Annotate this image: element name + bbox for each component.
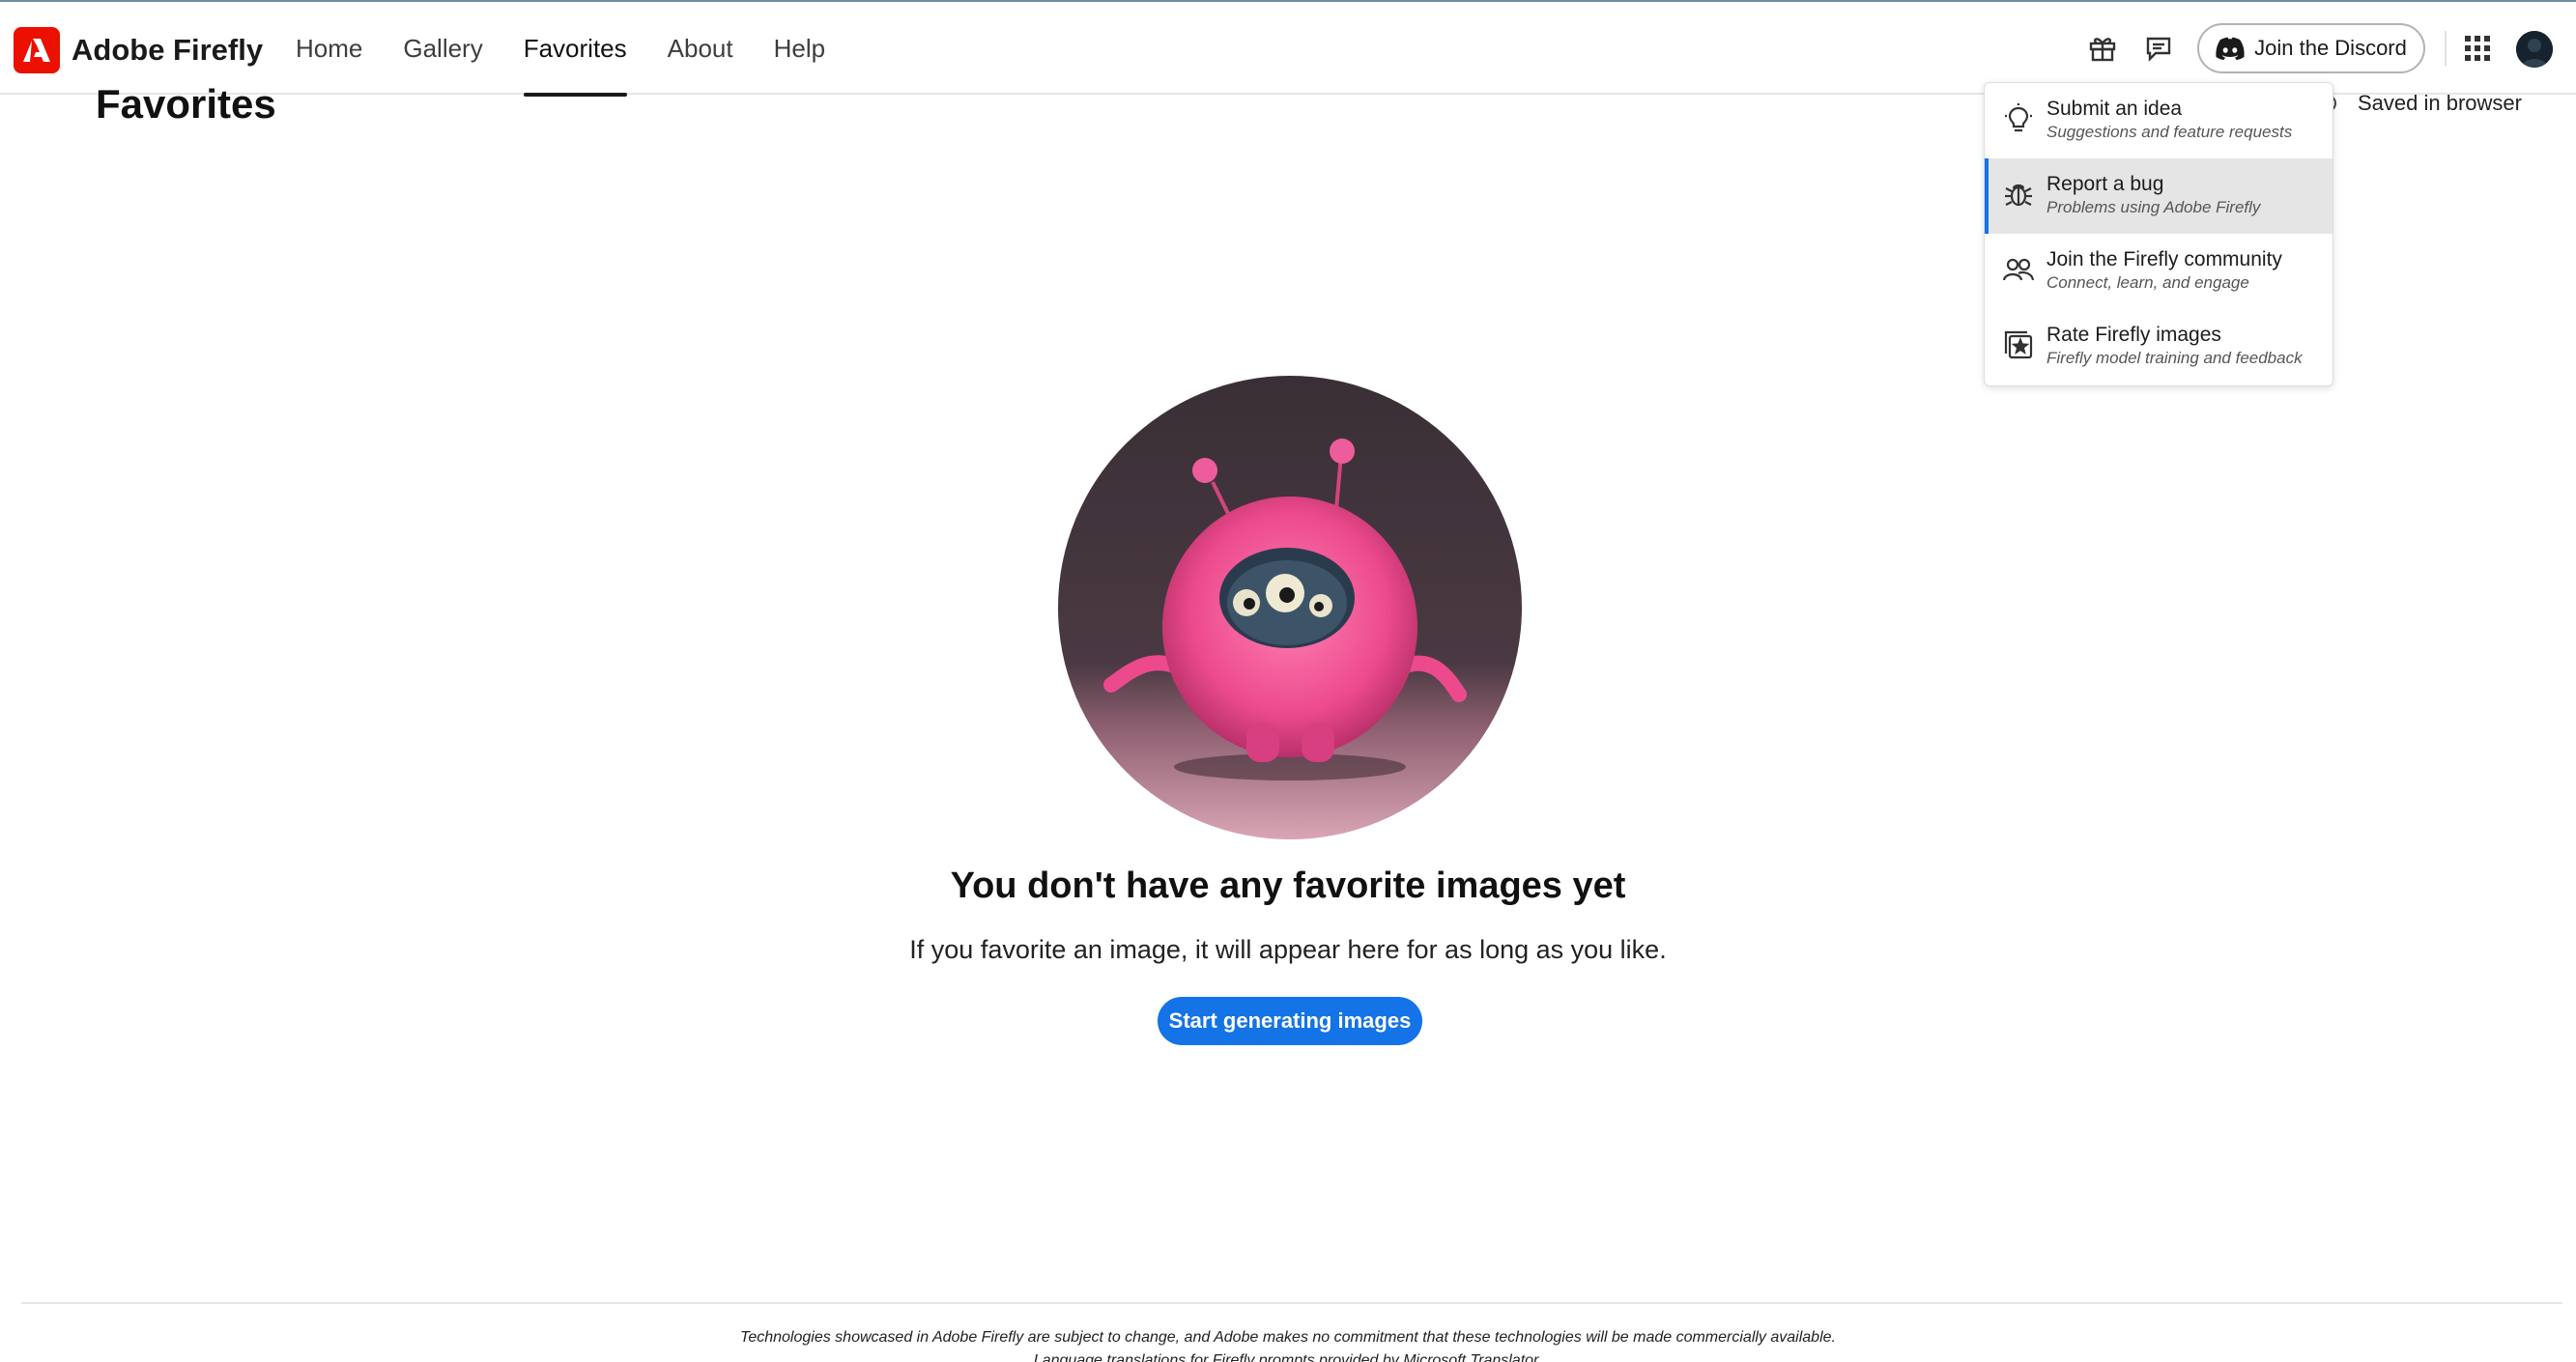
adobe-logo-icon — [14, 27, 60, 73]
join-discord-label: Join the Discord — [2254, 36, 2407, 60]
menu-item-submit-idea[interactable]: Submit an idea Suggestions and feature r… — [1985, 83, 2333, 158]
nav-home[interactable]: Home — [296, 2, 362, 95]
menu-item-join-community[interactable]: Join the Firefly community Connect, lear… — [1985, 234, 2333, 309]
top-header: Adobe Firefly Home Gallery Favorites Abo… — [0, 2, 2576, 97]
menu-item-description: Problems using Adobe Firefly — [2046, 198, 2261, 216]
empty-state-illustration — [1058, 376, 1522, 839]
saved-in-browser-status: Saved in browser — [2319, 91, 2522, 116]
lightbulb-icon — [2005, 103, 2032, 132]
saved-status-label: Saved in browser — [2358, 91, 2522, 115]
page-title: Favorites — [96, 81, 276, 127]
menu-item-label: Join the Firefly community — [2046, 248, 2282, 270]
app-logo[interactable]: Adobe Firefly — [14, 27, 263, 73]
avatar[interactable] — [2516, 31, 2553, 68]
menu-item-description: Suggestions and feature requests — [2046, 123, 2293, 141]
nav-gallery[interactable]: Gallery — [403, 2, 482, 95]
nav-favorites[interactable]: Favorites — [523, 2, 627, 97]
community-icon — [2002, 258, 2035, 281]
main-nav: Home Gallery Favorites About Help — [296, 2, 866, 97]
join-discord-button[interactable]: Join the Discord — [2197, 23, 2425, 73]
footer-translation-note: Language translations for Firefly prompt… — [1033, 1352, 1543, 1362]
menu-item-label: Rate Firefly images — [2046, 324, 2221, 346]
nav-help[interactable]: Help — [774, 2, 825, 95]
rate-images-icon — [2004, 330, 2033, 359]
menu-item-rate-images[interactable]: Rate Firefly images Firefly model traini… — [1985, 309, 2333, 384]
footer-disclaimer: Technologies showcased in Adobe Firefly … — [740, 1329, 1836, 1346]
gift-icon[interactable] — [2085, 31, 2120, 66]
nav-about[interactable]: About — [668, 2, 733, 95]
start-generating-button[interactable]: Start generating images — [1158, 997, 1422, 1045]
apps-grid-icon[interactable] — [2460, 31, 2495, 66]
menu-item-label: Submit an idea — [2046, 98, 2183, 120]
empty-state-title: You don't have any favorite images yet — [950, 865, 1626, 906]
menu-item-label: Report a bug — [2046, 173, 2164, 195]
feedback-menu: Submit an idea Suggestions and feature r… — [1984, 82, 2333, 386]
menu-item-report-bug[interactable]: Report a bug Problems using Adobe Firefl… — [1985, 158, 2333, 234]
app-name: Adobe Firefly — [72, 33, 264, 67]
menu-item-description: Firefly model training and feedback — [2046, 349, 2303, 367]
bug-icon — [2005, 184, 2032, 207]
feedback-icon[interactable] — [2141, 31, 2176, 66]
menu-item-description: Connect, learn, and engage — [2046, 273, 2249, 292]
header-divider — [2445, 31, 2447, 66]
footer-divider — [21, 1302, 2562, 1304]
empty-state-subtitle: If you favorite an image, it will appear… — [909, 935, 1667, 964]
discord-icon — [2216, 37, 2245, 60]
